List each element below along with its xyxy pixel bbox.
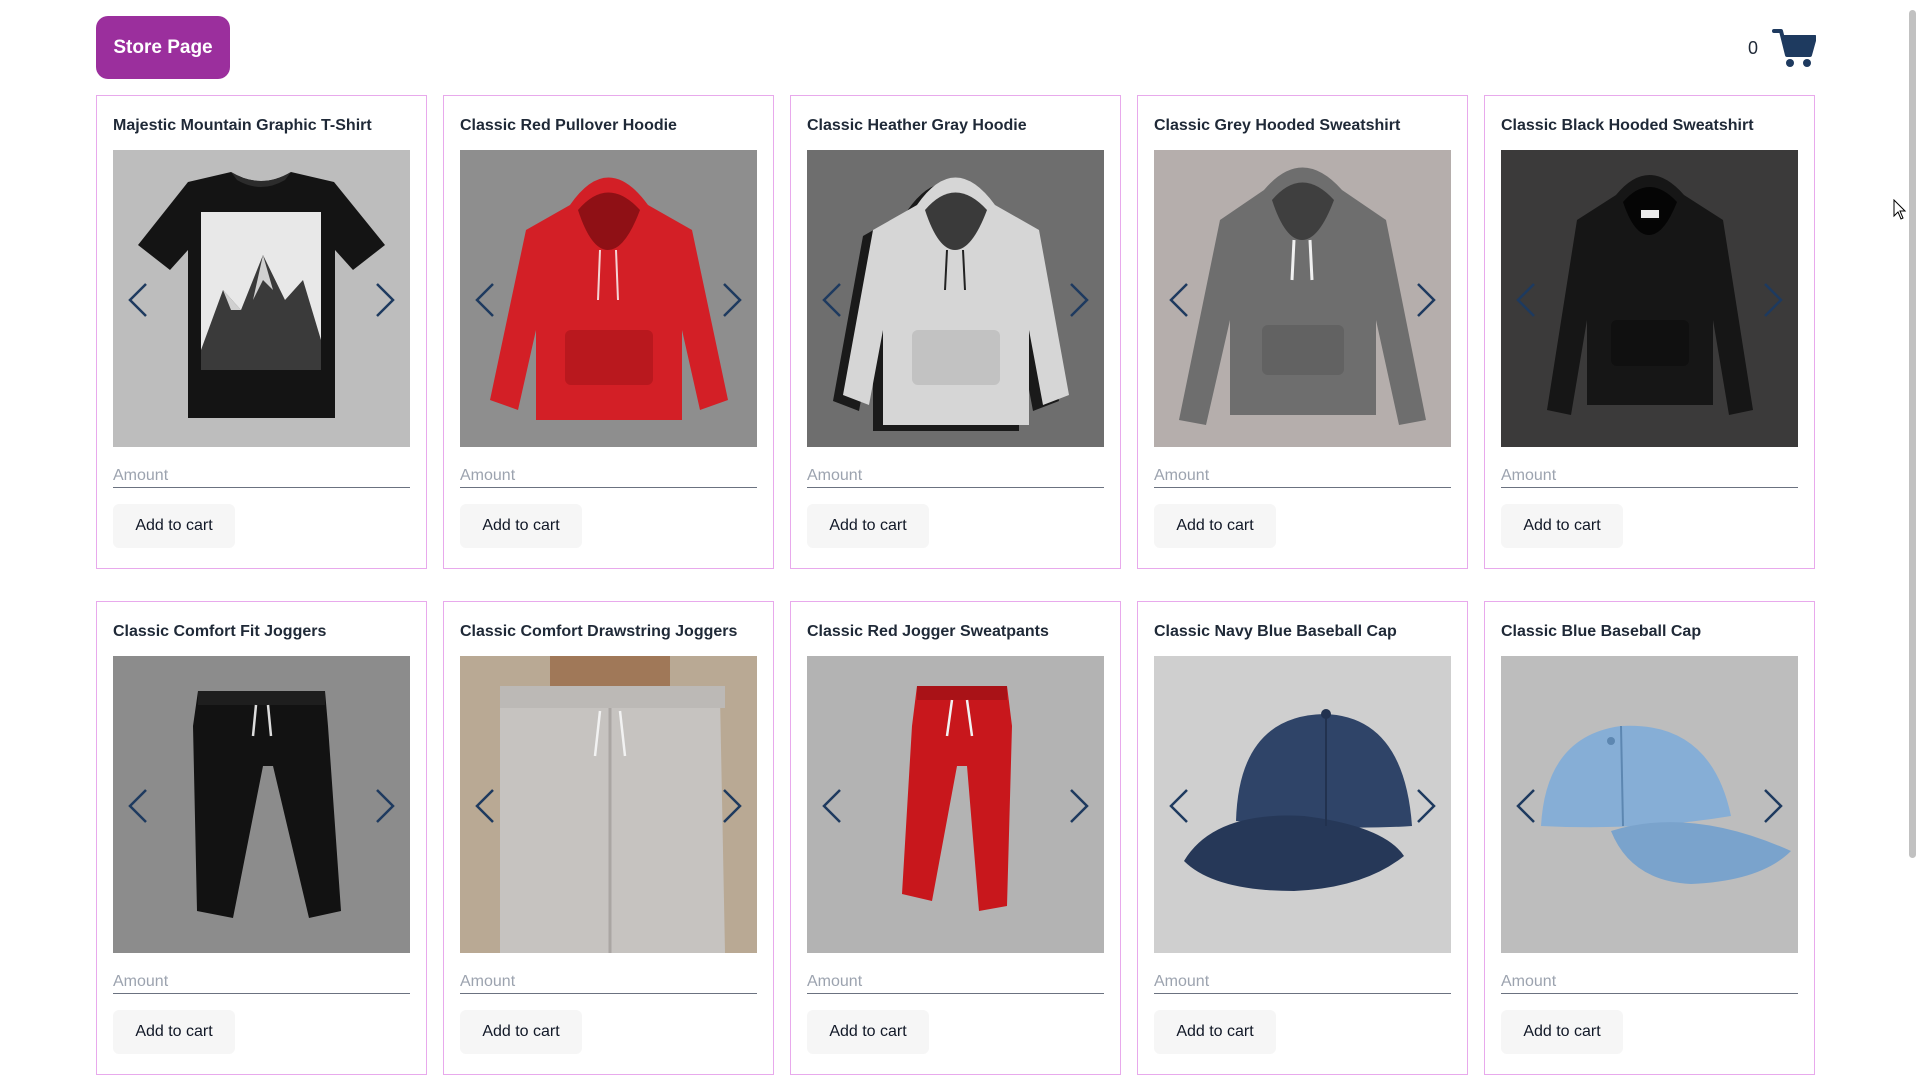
product-title: Majestic Mountain Graphic T-Shirt — [113, 117, 372, 134]
product-title: Classic Red Pullover Hoodie — [460, 117, 677, 134]
product-title: Classic Navy Blue Baseball Cap — [1154, 623, 1397, 640]
cart[interactable]: 0 — [1748, 26, 1816, 70]
add-to-cart-button[interactable]: Add to cart — [1154, 504, 1276, 548]
amount-input[interactable] — [113, 971, 410, 994]
product-card: Classic Comfort Fit Joggers Add to cart — [96, 601, 427, 1075]
previous-image-button[interactable] — [1164, 280, 1194, 320]
previous-image-button[interactable] — [817, 786, 847, 826]
amount-input[interactable] — [807, 465, 1104, 488]
product-image-carousel — [1501, 656, 1798, 953]
product-grid: Majestic Mountain Graphic T-Shirt Add to… — [96, 95, 1815, 1075]
next-image-button[interactable] — [717, 786, 747, 826]
product-image-carousel — [113, 656, 410, 953]
shopping-cart-icon[interactable] — [1772, 27, 1816, 69]
product-card: Classic Comfort Drawstring Joggers Add t… — [443, 601, 774, 1075]
add-to-cart-button[interactable]: Add to cart — [807, 1010, 929, 1054]
product-card: Classic Grey Hooded Sweatshirt Add to ca… — [1137, 95, 1468, 569]
add-to-cart-button[interactable]: Add to cart — [1501, 1010, 1623, 1054]
next-image-button[interactable] — [717, 280, 747, 320]
product-title: Classic Black Hooded Sweatshirt — [1501, 117, 1754, 134]
product-image — [807, 150, 1104, 447]
add-to-cart-button[interactable]: Add to cart — [460, 504, 582, 548]
scrollbar-thumb[interactable] — [1909, 10, 1916, 858]
product-card: Classic Black Hooded Sweatshirt Add to c… — [1484, 95, 1815, 569]
previous-image-button[interactable] — [817, 280, 847, 320]
vertical-scrollbar[interactable] — [1905, 0, 1920, 1003]
add-to-cart-button[interactable]: Add to cart — [113, 504, 235, 548]
product-title: Classic Heather Gray Hoodie — [807, 117, 1027, 134]
product-title: Classic Blue Baseball Cap — [1501, 623, 1702, 640]
product-title: Classic Grey Hooded Sweatshirt — [1154, 117, 1401, 134]
mouse-cursor-icon — [1893, 198, 1907, 226]
product-title: Classic Comfort Drawstring Joggers — [460, 623, 738, 640]
product-image-carousel — [1501, 150, 1798, 447]
product-image-carousel — [1154, 656, 1451, 953]
product-image — [113, 150, 410, 447]
amount-input[interactable] — [1154, 465, 1451, 488]
cart-count: 0 — [1747, 37, 1758, 58]
product-card: Classic Heather Gray Hoodie Add to cart — [790, 95, 1121, 569]
previous-image-button[interactable] — [1511, 786, 1541, 826]
amount-input[interactable] — [1501, 465, 1798, 488]
product-image-carousel — [460, 656, 757, 953]
top-bar: Store Page 0 — [96, 16, 1816, 80]
product-title: Classic Comfort Fit Joggers — [113, 623, 327, 640]
add-to-cart-button[interactable]: Add to cart — [1154, 1010, 1276, 1054]
product-image-carousel — [460, 150, 757, 447]
product-card: Classic Red Pullover Hoodie Add to cart — [443, 95, 774, 569]
next-image-button[interactable] — [1758, 786, 1788, 826]
previous-image-button[interactable] — [470, 280, 500, 320]
previous-image-button[interactable] — [123, 280, 153, 320]
product-image — [1154, 656, 1451, 953]
product-card: Classic Red Jogger Sweatpants Add to car… — [790, 601, 1121, 1075]
product-title: Classic Red Jogger Sweatpants — [807, 623, 1049, 640]
next-image-button[interactable] — [1411, 280, 1441, 320]
previous-image-button[interactable] — [123, 786, 153, 826]
add-to-cart-button[interactable]: Add to cart — [460, 1010, 582, 1054]
product-image — [460, 150, 757, 447]
product-image-carousel — [113, 150, 410, 447]
amount-input[interactable] — [460, 971, 757, 994]
product-card: Majestic Mountain Graphic T-Shirt Add to… — [96, 95, 427, 569]
product-card: Classic Blue Baseball Cap Add to cart — [1484, 601, 1815, 1075]
amount-input[interactable] — [807, 971, 1104, 994]
amount-input[interactable] — [1501, 971, 1798, 994]
previous-image-button[interactable] — [470, 786, 500, 826]
add-to-cart-button[interactable]: Add to cart — [1501, 504, 1623, 548]
product-image-carousel — [807, 150, 1104, 447]
product-card: Classic Navy Blue Baseball Cap Add to ca… — [1137, 601, 1468, 1075]
add-to-cart-button[interactable]: Add to cart — [807, 504, 929, 548]
amount-input[interactable] — [113, 465, 410, 488]
product-image-carousel — [1154, 150, 1451, 447]
product-image — [1501, 656, 1798, 953]
product-image-carousel — [807, 656, 1104, 953]
store-page-button[interactable]: Store Page — [96, 16, 230, 79]
next-image-button[interactable] — [1064, 786, 1094, 826]
next-image-button[interactable] — [370, 786, 400, 826]
product-image — [460, 656, 757, 953]
amount-input[interactable] — [1154, 971, 1451, 994]
amount-input[interactable] — [460, 465, 757, 488]
next-image-button[interactable] — [370, 280, 400, 320]
next-image-button[interactable] — [1758, 280, 1788, 320]
previous-image-button[interactable] — [1164, 786, 1194, 826]
product-image — [113, 656, 410, 953]
next-image-button[interactable] — [1064, 280, 1094, 320]
product-image — [807, 656, 1104, 953]
product-image — [1501, 150, 1798, 447]
product-image — [1154, 150, 1451, 447]
previous-image-button[interactable] — [1511, 280, 1541, 320]
next-image-button[interactable] — [1411, 786, 1441, 826]
add-to-cart-button[interactable]: Add to cart — [113, 1010, 235, 1054]
